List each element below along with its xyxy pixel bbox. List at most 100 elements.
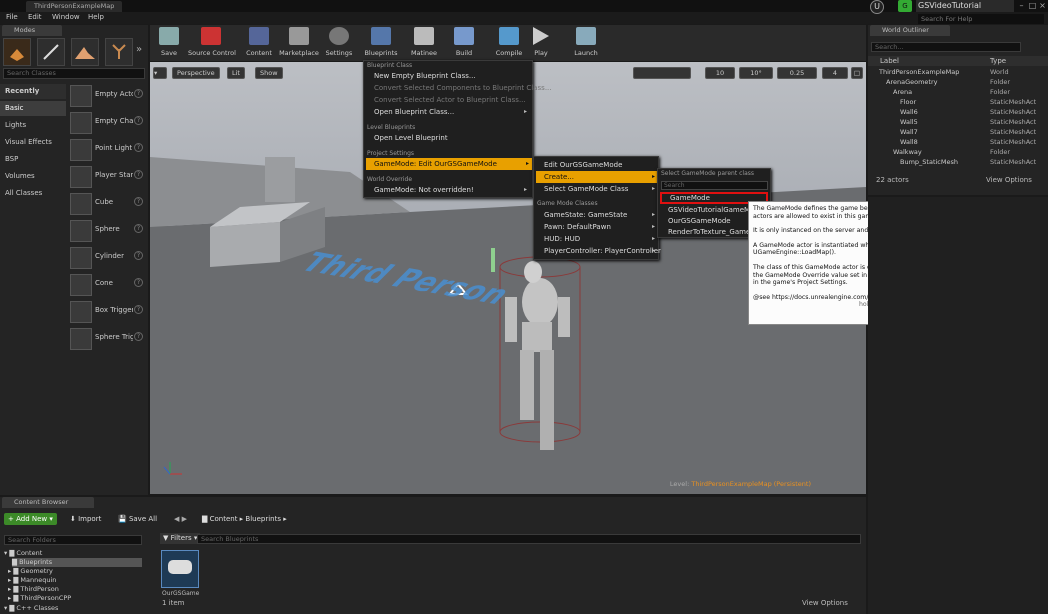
category-recently-placed[interactable]: Recently Placed [0, 84, 66, 110]
player-controller-item[interactable]: PlayerController: PlayerController ▸ [536, 245, 661, 257]
content-browser-tab[interactable]: Content Browser [2, 497, 94, 508]
paint-mode-icon[interactable] [37, 38, 65, 66]
folder-thirdpersoncpp[interactable]: ▸ ▇ ThirdPersonCPP [8, 594, 71, 603]
class-item[interactable]: Point Light? [68, 137, 146, 162]
open-blueprint-item[interactable]: Open Blueprint Class... ▸ [366, 106, 530, 118]
pawn-item[interactable]: Pawn: DefaultPawn ▸ [536, 221, 658, 233]
content-button[interactable]: Content [240, 26, 278, 60]
place-mode-icon[interactable] [3, 38, 31, 66]
category-lights[interactable]: Lights [0, 118, 66, 133]
outliner-row[interactable]: Walkway Folder [871, 148, 1045, 157]
scale-snap[interactable]: 0.25 [777, 67, 817, 79]
class-item[interactable]: Sphere? [68, 218, 146, 243]
help-icon[interactable]: ? [134, 89, 143, 98]
help-icon[interactable]: ? [134, 332, 143, 341]
search-blueprints-input[interactable]: Search Blueprints [197, 534, 861, 544]
outliner-row[interactable]: ThirdPersonExampleMap World [871, 68, 1045, 77]
create-item[interactable]: Create... ▸ [536, 171, 658, 183]
class-item[interactable]: Cylinder? [68, 245, 146, 270]
category-bsp[interactable]: BSP [0, 152, 66, 167]
class-item[interactable]: Cone? [68, 272, 146, 297]
cb-view-options[interactable]: View Options [802, 599, 848, 607]
help-icon[interactable]: ? [134, 170, 143, 179]
category-all-classes[interactable]: All Classes [0, 186, 66, 201]
class-item[interactable]: Empty Actor? [68, 83, 146, 108]
outliner-row[interactable]: ArenaGeometry Folder [871, 78, 1045, 87]
modes-tab[interactable]: Modes [2, 25, 62, 36]
help-icon[interactable]: ? [134, 116, 143, 125]
document-tab[interactable]: ThirdPersonExampleMap [26, 1, 123, 12]
folder-thirdperson[interactable]: ▸ ▇ ThirdPerson [8, 585, 59, 594]
marketplace-button[interactable]: Marketplace [278, 26, 320, 60]
folder-cpp-classes[interactable]: ▾ ▇ C++ Classes [4, 604, 58, 613]
more-modes-icon[interactable]: » [136, 44, 142, 55]
folder-blueprints[interactable]: ▇ Blueprints [12, 558, 142, 567]
save-all-button[interactable]: 💾 Save All [118, 513, 157, 525]
settings-button[interactable]: Settings [320, 26, 358, 60]
folder-mannequin[interactable]: ▸ ▇ Mannequin [8, 576, 56, 585]
outliner-row[interactable]: Wall5 StaticMeshAct [871, 118, 1045, 127]
outliner-row[interactable]: Floor StaticMeshAct [871, 98, 1045, 107]
help-icon[interactable]: ? [134, 305, 143, 314]
outliner-row[interactable]: Arena Folder [871, 88, 1045, 97]
class-item[interactable]: Box Trigger? [68, 299, 146, 324]
help-icon[interactable]: ? [134, 278, 143, 287]
select-gamemode-item[interactable]: Select GameMode Class ▸ [536, 183, 658, 195]
matinee-button[interactable]: Matinee [405, 26, 443, 60]
world-outliner-tab[interactable]: World Outliner [870, 25, 950, 36]
convert-actor-item[interactable]: Convert Selected Actor to Blueprint Clas… [366, 94, 526, 106]
asset-tile[interactable] [161, 550, 199, 588]
search-help-input[interactable]: Search For Help [918, 14, 1044, 24]
outliner-view-options[interactable]: View Options [986, 176, 1032, 184]
edit-gamemode-item[interactable]: Edit OurGSGameMode [536, 159, 622, 171]
lit-button[interactable]: Lit [227, 67, 245, 79]
folder-content[interactable]: ▾ ▇ Content [4, 549, 42, 558]
blueprints-button[interactable]: Blueprints [362, 26, 400, 60]
viewport-options-icon[interactable]: ▾ [153, 67, 167, 79]
play-button[interactable]: Play [522, 26, 560, 60]
show-button[interactable]: Show [255, 67, 283, 79]
launch-button[interactable]: Launch [567, 26, 605, 60]
grid-snap[interactable]: 10 [705, 67, 735, 79]
close-icon[interactable]: × [1037, 0, 1048, 11]
minimize-icon[interactable]: – [1016, 0, 1027, 11]
foliage-mode-icon[interactable] [105, 38, 133, 66]
import-button[interactable]: ⬇ Import [70, 513, 101, 525]
convert-components-item[interactable]: Convert Selected Components to Blueprint… [366, 82, 552, 94]
menu-edit[interactable]: Edit [28, 13, 42, 21]
help-icon[interactable]: ? [134, 224, 143, 233]
add-new-button[interactable]: + Add New ▾ [4, 513, 57, 525]
transform-tools[interactable] [633, 67, 691, 79]
gamestate-item[interactable]: GameState: GameState ▸ [536, 209, 658, 221]
rotation-snap[interactable]: 10° [739, 67, 773, 79]
menu-help[interactable]: Help [88, 13, 104, 21]
class-option[interactable]: RenderToTexture_Game [660, 226, 750, 238]
maximize-viewport-icon[interactable]: □ [851, 67, 863, 79]
build-button[interactable]: Build [445, 26, 483, 60]
outliner-row[interactable]: Wall8 StaticMeshAct [871, 138, 1045, 147]
new-blueprint-item[interactable]: New Empty Blueprint Class... [366, 70, 476, 82]
help-icon[interactable]: ? [134, 251, 143, 260]
outliner-search-input[interactable]: Search... [871, 42, 1021, 52]
save-button[interactable]: Save [150, 26, 188, 60]
landscape-mode-icon[interactable] [71, 38, 99, 66]
help-icon[interactable]: ? [134, 143, 143, 152]
search-classes-input[interactable]: Search Classes [3, 68, 145, 79]
category-volumes[interactable]: Volumes [0, 169, 66, 184]
folder-geometry[interactable]: ▸ ▇ Geometry [8, 567, 53, 576]
back-forward-icon[interactable]: ◀ ▶ [174, 513, 187, 525]
outliner-row[interactable]: Wall7 StaticMeshAct [871, 128, 1045, 137]
outliner-row[interactable]: Wall6 StaticMeshAct [871, 108, 1045, 117]
hud-item[interactable]: HUD: HUD ▸ [536, 233, 658, 245]
open-level-blueprint-item[interactable]: Open Level Blueprint [366, 132, 448, 144]
breadcrumb[interactable]: ▇ Content ▸ Blueprints ▸ [202, 513, 287, 525]
class-item[interactable]: Cube? [68, 191, 146, 216]
gamemode-override-item[interactable]: GameMode: Not overridden! ▸ [366, 184, 530, 196]
source-control-button[interactable]: Source Control [188, 26, 236, 60]
perspective-button[interactable]: Perspective [172, 67, 220, 79]
class-item[interactable]: Empty Character? [68, 110, 146, 135]
camera-speed[interactable]: 4 [822, 67, 848, 79]
filters-button[interactable]: ▼ Filters ▾ [160, 533, 201, 544]
category-visual-effects[interactable]: Visual Effects [0, 135, 66, 150]
menu-window[interactable]: Window [52, 13, 80, 21]
